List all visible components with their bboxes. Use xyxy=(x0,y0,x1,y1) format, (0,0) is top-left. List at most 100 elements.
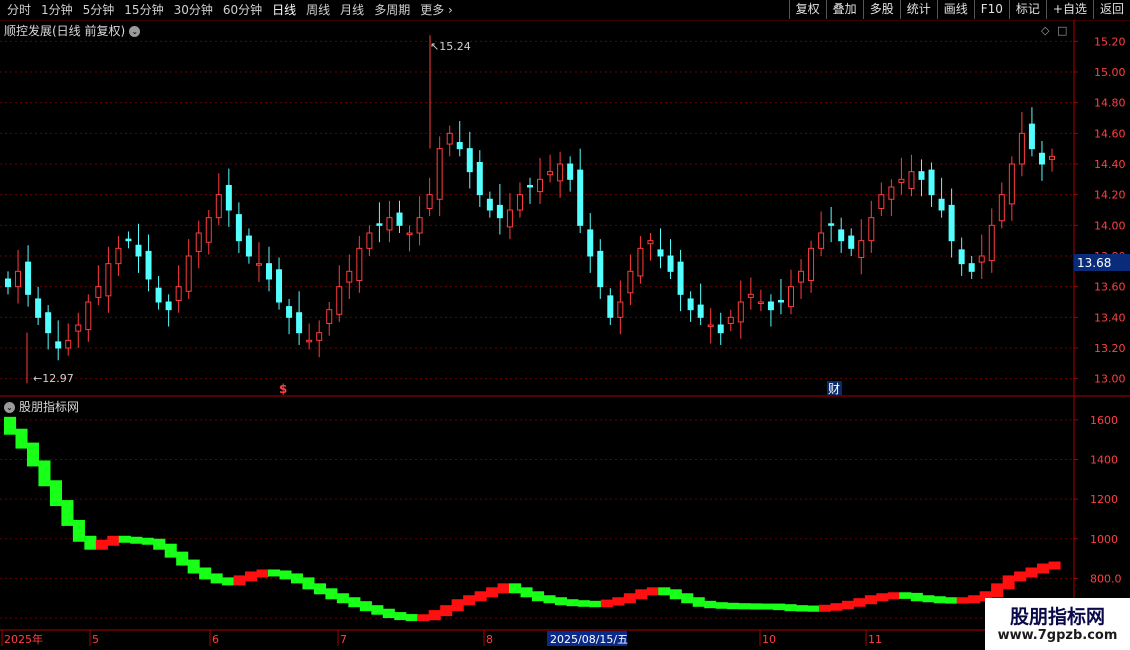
date-tick-label: 11 xyxy=(868,633,882,646)
candle-body xyxy=(848,235,855,249)
candle-body xyxy=(858,240,865,259)
indicator-step xyxy=(233,575,246,586)
candle-body xyxy=(617,301,624,318)
candle-body xyxy=(888,186,895,200)
period-tab-7[interactable]: 周线 xyxy=(301,0,335,20)
period-tab-1[interactable]: 1分钟 xyxy=(36,0,78,20)
indicator-step xyxy=(715,602,728,609)
period-tabs: 分时 1分钟 5分钟 15分钟 30分钟 60分钟 日线 周线 月线 多周期 更多 › xyxy=(2,0,458,20)
indicator-step xyxy=(348,597,361,608)
indicator-step xyxy=(554,597,568,606)
chevron-down-icon[interactable]: ⌄ xyxy=(129,26,141,37)
period-tab-9[interactable]: 多周期 xyxy=(369,0,415,20)
candle-body xyxy=(306,339,313,343)
indicator-tick-label: 1200 xyxy=(1090,493,1118,506)
period-tab-2[interactable]: 5分钟 xyxy=(78,0,120,20)
candle-body xyxy=(988,224,995,262)
indicator-step xyxy=(796,605,809,612)
candle-body xyxy=(45,312,52,334)
main-panel-title[interactable]: 顺控发展(日线 前复权) ⌄ xyxy=(4,22,141,39)
toolbar-button-7[interactable]: +自选 xyxy=(1045,0,1093,19)
candle-body xyxy=(577,169,584,226)
indicator-step xyxy=(864,595,877,605)
toolbar-button-6[interactable]: 标记 xyxy=(1008,0,1046,19)
candle-body xyxy=(506,209,513,228)
candle-body xyxy=(15,270,22,288)
indicator-step xyxy=(463,595,476,606)
indicator-step xyxy=(474,591,487,602)
indicator-grid xyxy=(0,419,1074,619)
candle-body xyxy=(85,301,92,331)
diamond-icon[interactable]: ◇ xyxy=(1041,24,1050,37)
toolbar-button-1[interactable]: 叠加 xyxy=(825,0,863,19)
toolbar-button-8[interactable]: 返回 xyxy=(1092,0,1130,19)
toolbar-button-4[interactable]: 画线 xyxy=(936,0,974,19)
indicator-step xyxy=(1014,571,1027,582)
candle-body xyxy=(527,184,533,188)
dividend-marker[interactable]: $ xyxy=(279,382,287,396)
candle-body xyxy=(928,169,935,196)
indicator-step xyxy=(451,599,464,612)
candle-body xyxy=(1018,132,1025,165)
period-tab-4[interactable]: 30分钟 xyxy=(169,0,218,20)
chevron-down-icon[interactable]: ⌄ xyxy=(4,402,15,413)
high-price-label: ↖15.24 xyxy=(430,40,471,53)
candle-body xyxy=(476,161,483,196)
candle-body xyxy=(1038,152,1045,165)
candle-body xyxy=(185,255,192,292)
candle-body xyxy=(366,232,373,249)
candle-body xyxy=(5,278,11,288)
period-tab-10[interactable]: 更多 › xyxy=(415,0,458,20)
indicator-step xyxy=(956,597,969,604)
price-tick-label: 15.00 xyxy=(1094,66,1126,79)
toolbar-button-2[interactable]: 多股 xyxy=(862,0,900,19)
toolbar-button-3[interactable]: 统计 xyxy=(899,0,937,19)
period-tab-0[interactable]: 分时 xyxy=(2,0,36,20)
candle-body xyxy=(948,204,955,242)
period-tab-6[interactable]: 日线 xyxy=(267,0,301,20)
candle-body xyxy=(336,286,343,315)
square-icon[interactable]: □ xyxy=(1057,24,1067,37)
candle-body xyxy=(215,194,222,219)
candle-body xyxy=(697,304,704,318)
candle-body xyxy=(717,324,724,334)
candle-body xyxy=(436,148,443,200)
indicator-step xyxy=(359,601,372,612)
candle-body xyxy=(968,263,975,272)
indicator-step xyxy=(153,538,166,550)
period-tab-3[interactable]: 15分钟 xyxy=(119,0,168,20)
candle-body xyxy=(767,301,774,311)
candle-body xyxy=(145,250,152,280)
candle-body xyxy=(516,194,523,211)
indicator-step xyxy=(1048,561,1061,570)
candle-body xyxy=(838,229,845,242)
toolbar-button-0[interactable]: 复权 xyxy=(788,0,826,19)
price-tick-label: 15.20 xyxy=(1094,35,1126,48)
indicator-panel-title[interactable]: ⌄ 股朋指标网 xyxy=(4,398,79,415)
indicator-step xyxy=(49,480,62,507)
indicator-step xyxy=(566,599,579,607)
indicator-step xyxy=(84,535,97,550)
candle-body xyxy=(737,301,744,323)
toolbar-button-5[interactable]: F10 xyxy=(973,0,1009,19)
indicator-step xyxy=(577,600,590,607)
chart-area[interactable]: 15.2015.0014.8014.6014.4014.2014.0013.80… xyxy=(0,20,1130,650)
indicator-step xyxy=(853,598,866,607)
candle-body xyxy=(235,214,242,242)
candle-body xyxy=(346,270,353,283)
indicator-step xyxy=(784,604,797,612)
finance-marker[interactable]: 财 xyxy=(828,382,840,396)
period-tab-5[interactable]: 60分钟 xyxy=(218,0,267,20)
indicator-step xyxy=(600,599,613,608)
date-axis: 2025年 5 6 7 8 10 11 xyxy=(1,630,882,646)
period-tab-8[interactable]: 月线 xyxy=(335,0,369,20)
indicator-step xyxy=(623,593,636,604)
candle-body xyxy=(466,148,473,173)
candle-body xyxy=(757,301,764,305)
indicator-step xyxy=(887,592,900,600)
indicator-step xyxy=(130,536,143,544)
price-tick-label: 13.40 xyxy=(1094,311,1126,324)
candle-body xyxy=(1028,123,1035,150)
candle-body xyxy=(657,249,664,257)
indicator-step xyxy=(141,537,154,545)
